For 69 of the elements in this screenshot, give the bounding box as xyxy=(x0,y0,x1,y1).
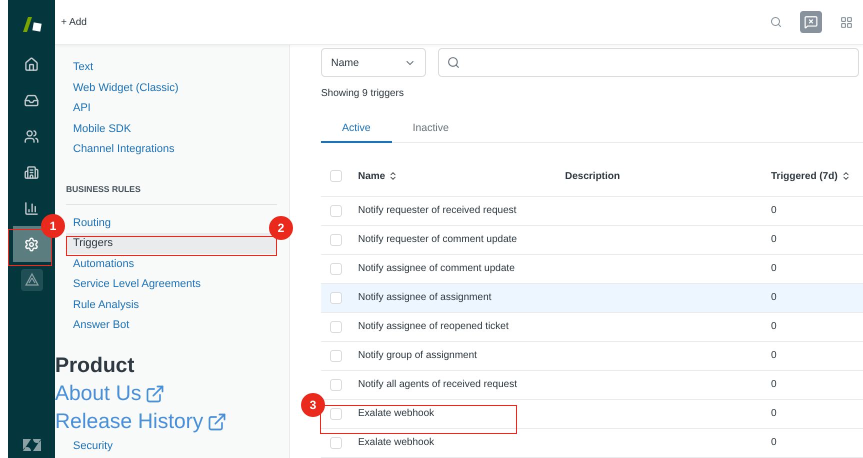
external-link-icon xyxy=(145,384,166,404)
sidebar-item[interactable]: Web Widget (Classic) xyxy=(66,78,183,98)
row-checkbox[interactable] xyxy=(330,320,342,333)
settings-icon xyxy=(24,236,39,252)
overlay-link[interactable]: About Us xyxy=(55,382,228,406)
table-cell-text: Exalate webhook xyxy=(358,437,436,448)
sidebar-item[interactable]: Channel Integrations xyxy=(66,139,179,160)
table-cell-text: 0 xyxy=(771,205,778,216)
nav-item[interactable] xyxy=(12,226,50,262)
overlay-link[interactable]: Release History xyxy=(55,410,228,434)
add-button[interactable]: + Add xyxy=(61,16,87,28)
step-number: 3 xyxy=(301,393,325,417)
section-heading: BUSINESS RULES xyxy=(66,184,277,204)
users-icon xyxy=(24,128,39,144)
sidebar-item[interactable]: Automations xyxy=(66,254,138,274)
sidebar-item[interactable]: Service Level Agreements xyxy=(66,274,205,294)
table-cell-text: Notify assignee of reopened ticket xyxy=(358,321,510,332)
overlay-heading: Product xyxy=(55,354,136,378)
row-checkbox[interactable] xyxy=(330,262,342,275)
table-cell-text: Notify all agents of received request xyxy=(358,379,518,390)
search-field[interactable] xyxy=(438,48,859,77)
sidebar-item[interactable]: API xyxy=(66,98,95,118)
row-checkbox[interactable] xyxy=(330,234,342,246)
table-cell-text: 0 xyxy=(771,292,778,304)
tab[interactable]: Inactive xyxy=(392,122,470,143)
row-checkbox[interactable] xyxy=(330,378,342,391)
tab[interactable]: Active xyxy=(321,122,392,143)
apps-icon[interactable] xyxy=(840,16,853,28)
search-icon xyxy=(447,56,460,69)
table-cell-text: Notify assignee of assignment xyxy=(358,292,492,304)
sidebar-item[interactable]: Triggers xyxy=(66,233,277,254)
table-cell-text: 0 xyxy=(771,350,778,362)
home-icon xyxy=(24,56,39,72)
column-header[interactable]: Triggered (7d) xyxy=(771,170,863,182)
table-cell-text: 0 xyxy=(771,437,778,448)
inbox-icon xyxy=(24,92,39,108)
table-cell-text: Notify requester of comment update xyxy=(358,234,518,246)
row-checkbox[interactable] xyxy=(330,292,342,304)
result-count: Showing 9 triggers xyxy=(321,88,405,99)
table-cell-text: Notify assignee of comment update xyxy=(358,263,516,274)
row-checkbox[interactable] xyxy=(330,436,342,449)
table-cell-text: Notify group of assignment xyxy=(358,350,478,362)
row-checkbox[interactable] xyxy=(330,408,342,420)
table-cell-text: 0 xyxy=(771,408,778,420)
sidebar-item[interactable]: Text xyxy=(66,57,98,78)
column-header[interactable]: Name xyxy=(358,170,565,182)
column-header: Description xyxy=(565,170,622,182)
field-dropdown[interactable]: Name xyxy=(321,48,426,77)
table-cell-text: 0 xyxy=(771,379,778,390)
row-checkbox[interactable] xyxy=(330,204,342,217)
row-checkbox[interactable] xyxy=(330,350,342,362)
building-icon xyxy=(24,164,39,180)
table-cell-text: 0 xyxy=(771,263,778,274)
sidebar-item[interactable]: Mobile SDK xyxy=(66,118,136,139)
table-cell-text: Exalate webhook xyxy=(358,408,436,420)
brand-logo-icon xyxy=(22,438,42,452)
search-icon[interactable] xyxy=(770,16,782,28)
select-all-checkbox[interactable] xyxy=(330,170,342,182)
chat-close-icon xyxy=(804,15,818,29)
sidebar-item[interactable]: Security xyxy=(66,436,117,456)
sidebar-item[interactable]: Routing xyxy=(66,212,115,233)
table-cell-text: 0 xyxy=(771,234,778,246)
bar-chart-icon xyxy=(24,200,39,216)
table-cell-text: Notify requester of received request xyxy=(358,205,518,216)
chat-button[interactable] xyxy=(800,11,822,33)
external-link-icon xyxy=(207,412,228,432)
table-cell-text: 0 xyxy=(771,321,778,332)
sidebar-item[interactable]: Rule Analysis xyxy=(66,294,144,315)
sidebar-item[interactable]: Answer Bot xyxy=(66,315,134,336)
